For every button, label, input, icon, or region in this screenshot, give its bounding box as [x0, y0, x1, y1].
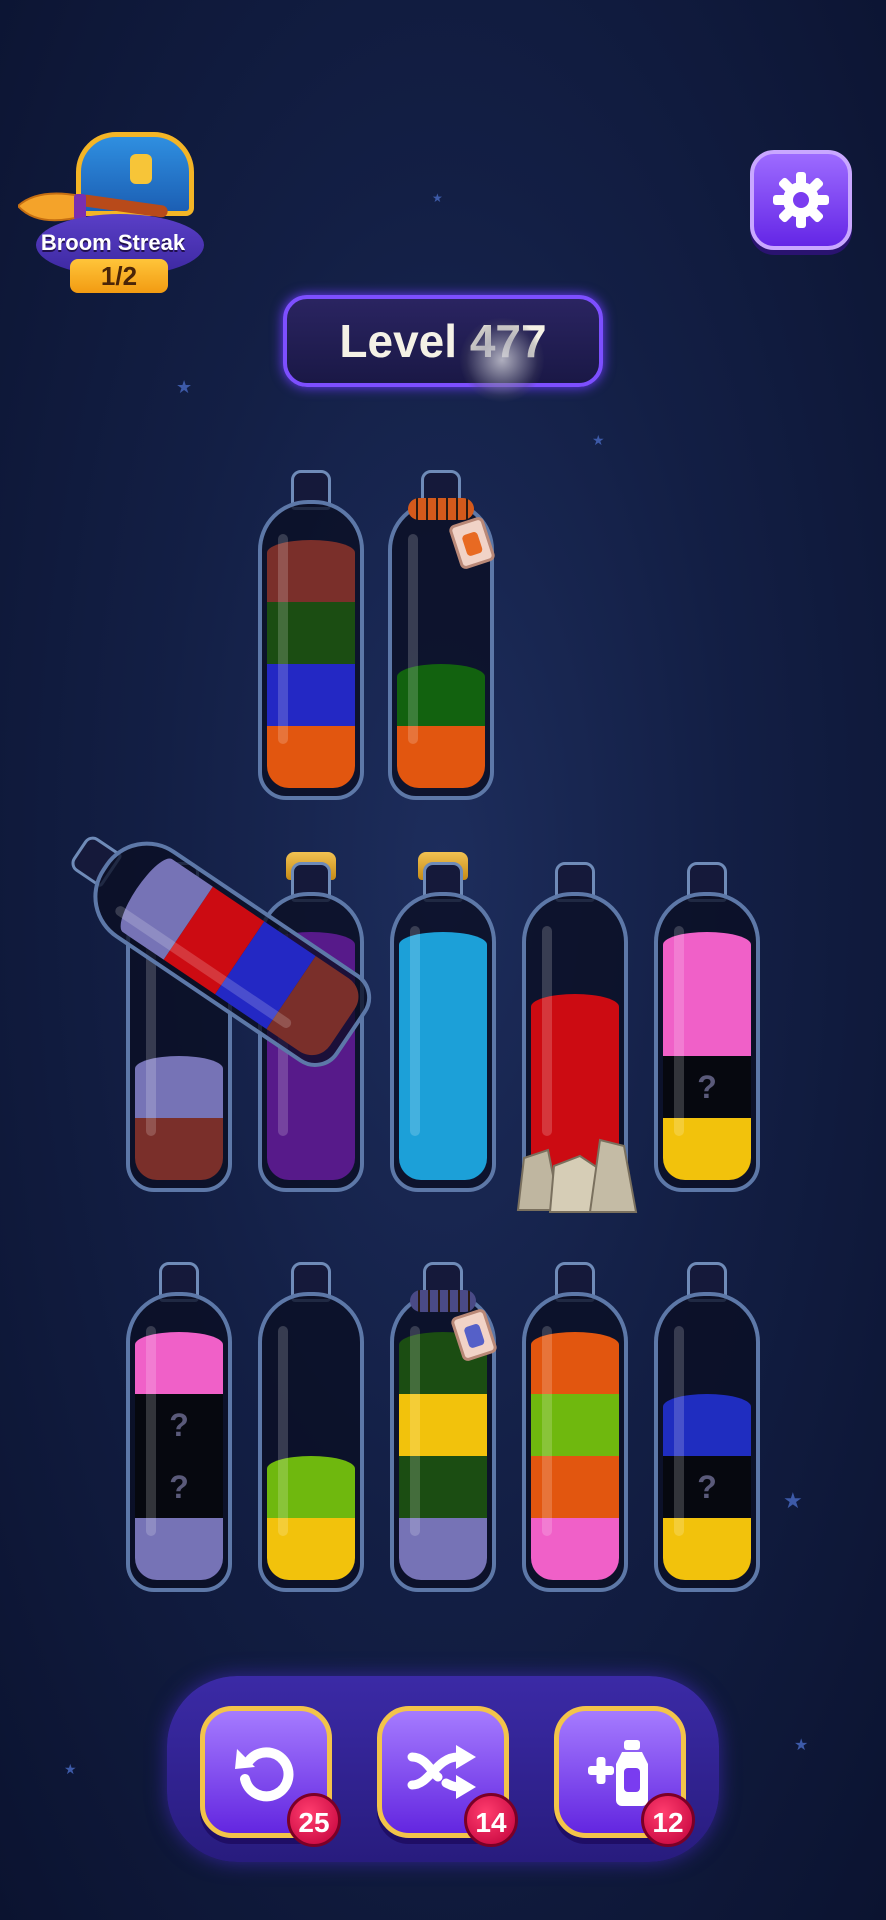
bottle-glass — [258, 500, 364, 800]
bottle-glass — [522, 1292, 628, 1592]
hidden-layer-marker: ? — [169, 1406, 189, 1443]
rocks-obstacle-icon — [514, 1130, 640, 1214]
bottle-11[interactable] — [522, 1262, 628, 1602]
hidden-layer-marker: ? — [697, 1068, 717, 1105]
star-decoration: ★ — [592, 432, 605, 448]
shuffle-count-badge: 14 — [464, 1793, 518, 1847]
bottle-12[interactable]: ? — [654, 1262, 760, 1602]
add-bottle-icon — [588, 1740, 648, 1806]
add-bottle-count-badge: 12 — [641, 1793, 695, 1847]
shuffle-button[interactable]: 14 — [377, 1706, 518, 1847]
rope-lock-icon — [408, 498, 474, 520]
touch-indicator — [460, 318, 544, 402]
bottle-glass — [390, 892, 496, 1192]
star-decoration: ★ — [176, 377, 193, 397]
gear-icon — [773, 172, 829, 228]
star-decoration: ★ — [794, 1737, 809, 1754]
broom-streak-widget[interactable]: Broom Streak 1/2 — [18, 118, 208, 304]
bottle-glass — [258, 1292, 364, 1592]
settings-button[interactable] — [750, 150, 852, 250]
streak-count: 1/2 — [70, 259, 168, 293]
bottle-10[interactable] — [390, 1262, 499, 1602]
star-decoration: ★ — [432, 191, 443, 205]
bottle-9[interactable] — [258, 1262, 364, 1602]
rope-lock-icon — [410, 1290, 476, 1312]
bottle-5[interactable] — [390, 852, 496, 1202]
bottle-2[interactable] — [388, 470, 497, 810]
star-decoration: ★ — [783, 1488, 803, 1513]
star-decoration: ★ — [64, 1761, 77, 1777]
bottle-glass: ? — [654, 892, 760, 1192]
pouring-bottle[interactable] — [67, 800, 382, 1100]
bottle-glass: ? — [654, 1292, 760, 1592]
hidden-layer-marker: ? — [169, 1468, 189, 1505]
chest-lock-icon — [130, 154, 152, 184]
bottle-7[interactable]: ? — [654, 862, 760, 1202]
streak-label: Broom Streak — [40, 230, 186, 255]
bottle-8[interactable]: ?? — [126, 1262, 232, 1602]
undo-count-badge: 25 — [287, 1793, 341, 1847]
bottle-1[interactable] — [258, 470, 364, 810]
bottle-glass: ?? — [126, 1292, 232, 1592]
hidden-layer-marker: ? — [697, 1468, 717, 1505]
undo-button[interactable]: 25 — [200, 1706, 341, 1847]
level-title: Level 477 — [283, 295, 603, 387]
undo-icon — [235, 1747, 294, 1802]
shuffle-icon — [407, 1745, 476, 1799]
add-bottle-button[interactable]: 12 — [554, 1706, 695, 1847]
